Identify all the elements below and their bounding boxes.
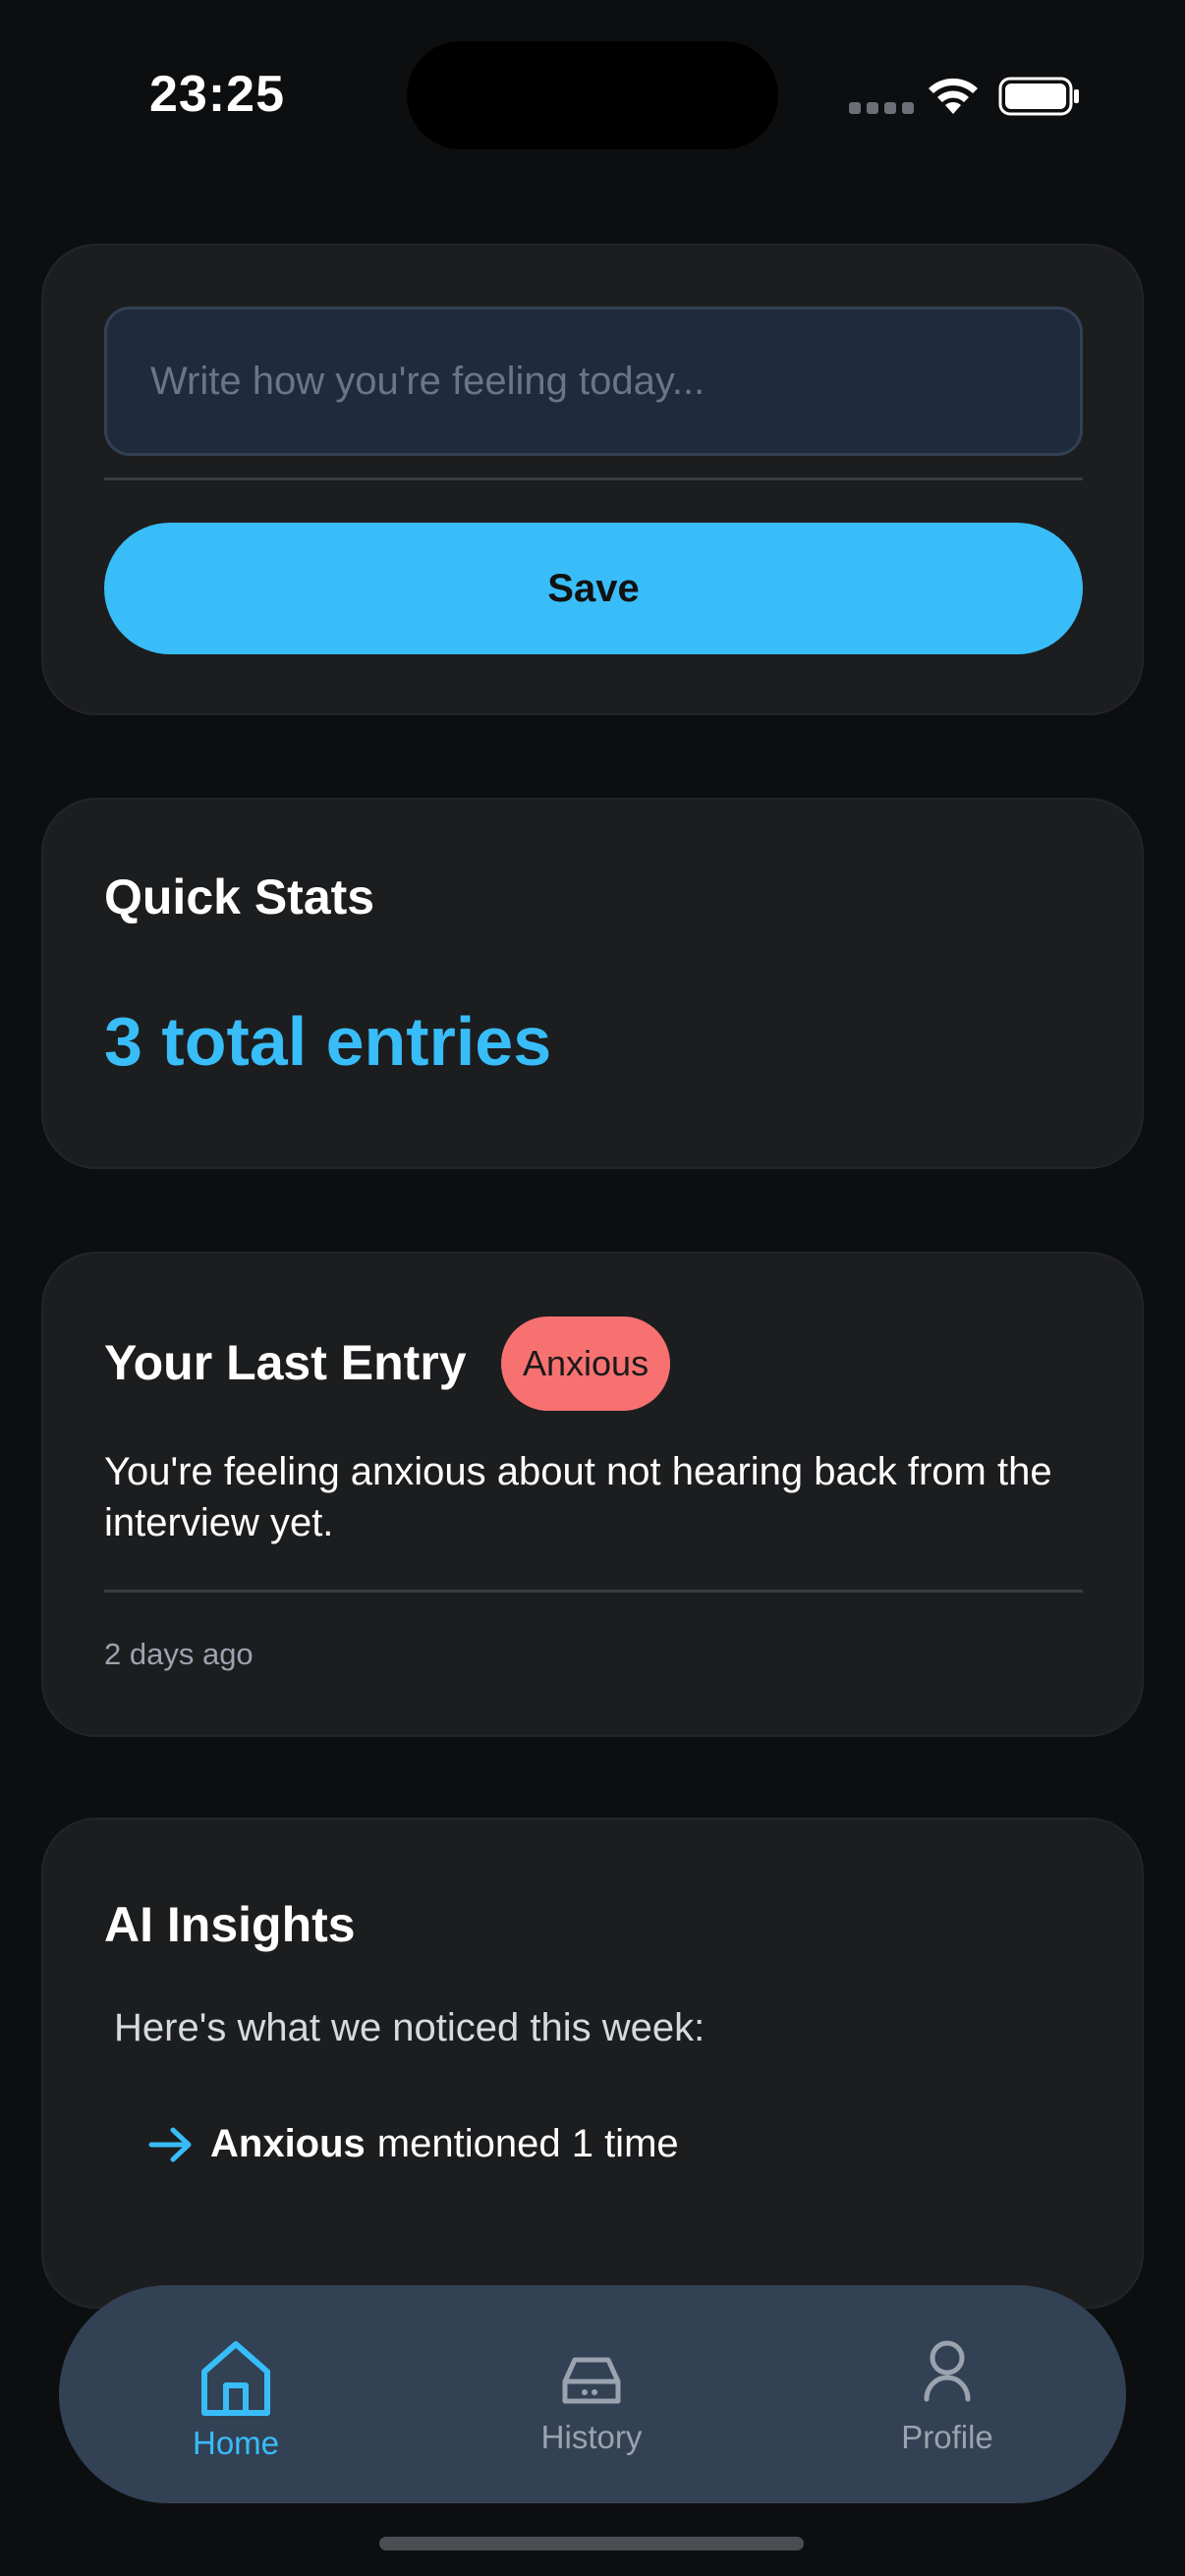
tab-profile-label: Profile [901,2419,993,2455]
insight-text: mentioned 1 time [376,2122,679,2165]
tab-profile[interactable]: Profile [819,2285,1075,2503]
insight-item: Anxious mentioned 1 time [147,2122,679,2166]
tab-home[interactable]: Home [108,2285,364,2503]
tab-history[interactable]: History [464,2285,719,2503]
last-entry-timestamp: 2 days ago [104,1637,254,1671]
tab-history-label: History [540,2419,643,2455]
inbox-icon [562,2357,621,2404]
mood-badge: Anxious [501,1316,671,1411]
ai-insights-card: AI Insights Here's what we noticed this … [41,1818,1144,2309]
wifi-icon [929,78,978,114]
mood-entry-input[interactable]: Write how you're feeling today... [104,307,1083,456]
save-button[interactable]: Save [104,523,1083,654]
last-entry-card[interactable]: Your Last Entry Anxious You're feeling a… [41,1252,1144,1737]
insight-mood: Anxious [210,2122,366,2165]
last-entry-title: Your Last Entry [104,1335,467,1390]
divider [104,477,1083,480]
quick-stats-title: Quick Stats [104,869,375,924]
new-entry-card: Write how you're feeling today... Save [41,244,1144,715]
dynamic-island [407,41,778,149]
battery-icon [998,77,1079,116]
last-entry-text: You're feeling anxious about not hearing… [104,1450,1052,1544]
divider [104,1590,1083,1593]
home-indicator[interactable] [379,2537,804,2550]
home-icon [201,2341,270,2416]
arrow-right-icon [148,2127,192,2161]
cellular-signal-icon [849,102,914,114]
status-time: 23:25 [149,66,285,123]
bottom-tab-bar: Home History Profile [59,2285,1126,2503]
ai-insights-title: AI Insights [104,1897,356,1952]
total-entries-value: 3 total entries [104,1003,552,1080]
ai-insights-intro: Here's what we noticed this week: [114,2006,705,2049]
user-icon [924,2340,971,2402]
quick-stats-card: Quick Stats 3 total entries [41,798,1144,1169]
tab-home-label: Home [192,2425,280,2461]
home-screen: 23:25 Write how you're feeling today... … [0,0,1185,2576]
